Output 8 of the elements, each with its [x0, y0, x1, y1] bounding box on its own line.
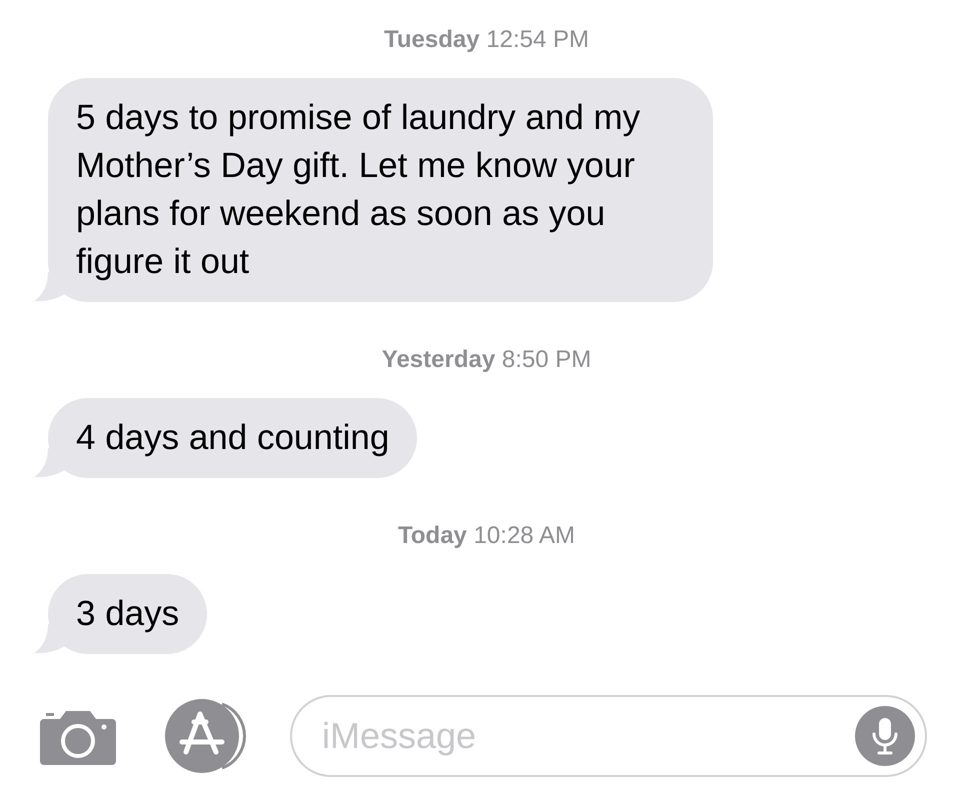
message-bubble: 4 days and counting — [48, 398, 418, 478]
timestamp: Tuesday 12:54 PM — [384, 25, 589, 55]
message-bubble: 5 days to promise of laundry and my Mother’s Day gift. Let me know your plans for weekend as soon as you figure it out — [48, 78, 713, 302]
timestamp: Today 10:28 AM — [398, 521, 575, 551]
microphone-icon — [870, 716, 900, 756]
timestamp: Yesterday 8:50 PM — [382, 345, 592, 375]
message-bubble: 3 days — [48, 574, 208, 654]
message-field[interactable]: iMessage — [290, 695, 927, 777]
